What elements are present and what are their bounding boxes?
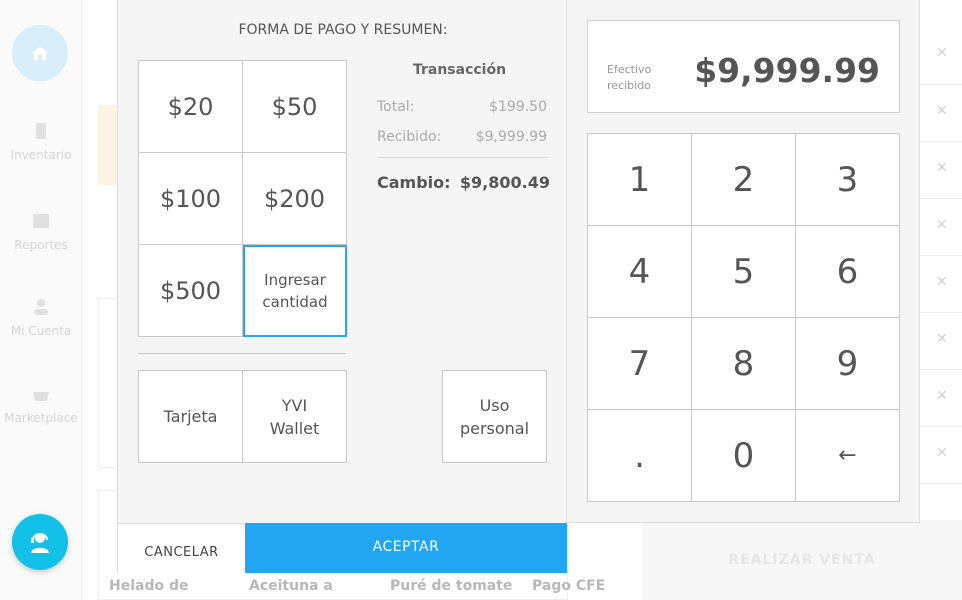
cancel-button[interactable]: CANCELAR xyxy=(117,523,245,573)
product-card xyxy=(98,298,118,468)
total-value: $199.50 xyxy=(489,99,547,115)
bill-100-button[interactable]: $100 xyxy=(139,153,243,245)
realizar-venta-button[interactable]: REALIZAR VENTA xyxy=(642,520,962,600)
sidebar-item-label: Inventario xyxy=(10,148,72,162)
personal-use-button[interactable]: Uso personal xyxy=(442,370,547,463)
remove-item-icon[interactable]: ✕ xyxy=(936,274,948,290)
backspace-icon[interactable]: ← xyxy=(796,410,900,502)
sidebar-item-label: Mi Cuenta xyxy=(10,324,72,338)
sidebar-item-reportes[interactable]: Reportes xyxy=(0,210,82,252)
remove-item-icon[interactable]: ✕ xyxy=(936,445,948,461)
sidebar-item-mi-cuenta[interactable]: Mi Cuenta xyxy=(0,296,82,338)
modal-title: FORMA DE PAGO Y RESUMEN: xyxy=(238,22,448,38)
transaction-title: Transacción xyxy=(412,62,507,78)
remove-item-icon[interactable]: ✕ xyxy=(936,160,948,176)
total-label: Total: xyxy=(377,99,415,115)
key-4[interactable]: 4 xyxy=(588,226,692,318)
divider xyxy=(920,426,962,427)
change-label: Cambio: xyxy=(377,173,451,192)
divider xyxy=(920,255,962,256)
divider xyxy=(920,483,962,484)
sidebar-item-inventario[interactable]: Inventario xyxy=(0,120,82,162)
divider xyxy=(920,198,962,199)
sidebar: Inventario Reportes Mi Cuenta Marketplac… xyxy=(0,0,82,600)
cash-received-value: $9,999.99 xyxy=(694,51,880,90)
reports-icon xyxy=(33,214,49,228)
key-0[interactable]: 0 xyxy=(692,410,796,502)
divider xyxy=(920,312,962,313)
bill-20-button[interactable]: $20 xyxy=(139,61,243,153)
key-3[interactable]: 3 xyxy=(796,134,900,226)
home-button[interactable] xyxy=(12,25,68,81)
change-value: $9,800.49 xyxy=(459,173,550,192)
basket-icon xyxy=(33,392,49,401)
key-2[interactable]: 2 xyxy=(692,134,796,226)
divider xyxy=(377,157,548,158)
support-button[interactable] xyxy=(12,514,68,570)
product-name: Puré de tomate xyxy=(390,578,513,594)
cash-received-label: Efectivo recibido xyxy=(607,63,652,92)
user-icon xyxy=(34,299,48,315)
received-row: Recibido: $9,999.99 xyxy=(377,129,547,145)
wallet-payment-button[interactable]: YVI Wallet xyxy=(242,370,347,463)
support-agent-icon xyxy=(31,533,49,553)
key-7[interactable]: 7 xyxy=(588,318,692,410)
sidebar-item-marketplace[interactable]: Marketplace xyxy=(0,383,82,425)
key-decimal[interactable]: . xyxy=(588,410,692,502)
product-name: Helado de xyxy=(109,578,189,594)
key-8[interactable]: 8 xyxy=(692,318,796,410)
remove-item-icon[interactable]: ✕ xyxy=(936,388,948,404)
divider xyxy=(920,369,962,370)
inventory-icon xyxy=(36,123,46,139)
bill-50-button[interactable]: $50 xyxy=(243,61,347,153)
card-payment-button[interactable]: Tarjeta xyxy=(138,370,243,463)
remove-item-icon[interactable]: ✕ xyxy=(936,45,948,61)
key-5[interactable]: 5 xyxy=(692,226,796,318)
received-value: $9,999.99 xyxy=(475,129,547,145)
total-row: Total: $199.50 xyxy=(377,99,547,115)
bill-500-button[interactable]: $500 xyxy=(139,245,243,337)
payment-panel: FORMA DE PAGO Y RESUMEN: $20 $50 $100 $2… xyxy=(117,0,567,573)
sidebar-item-label: Marketplace xyxy=(4,411,78,425)
received-label: Recibido: xyxy=(377,129,442,145)
change-row: Cambio: $9,800.49 xyxy=(377,173,550,192)
bill-grid: $20 $50 $100 $200 $500 Ingresar cantidad xyxy=(138,60,347,337)
accept-button[interactable]: ACEPTAR xyxy=(245,523,567,573)
key-6[interactable]: 6 xyxy=(796,226,900,318)
home-icon xyxy=(32,46,48,60)
cart-panel xyxy=(920,0,962,600)
product-name: Pago CFE xyxy=(532,578,606,594)
key-9[interactable]: 9 xyxy=(796,318,900,410)
product-name: Aceituna a xyxy=(249,578,333,594)
remove-item-icon[interactable]: ✕ xyxy=(936,217,948,233)
cash-received-display: Efectivo recibido $9,999.99 xyxy=(587,20,900,113)
sidebar-item-label: Reportes xyxy=(14,238,68,252)
divider xyxy=(920,141,962,142)
divider xyxy=(920,84,962,85)
remove-item-icon[interactable]: ✕ xyxy=(936,103,948,119)
remove-item-icon[interactable]: ✕ xyxy=(936,331,948,347)
divider xyxy=(138,353,346,354)
numeric-keypad: 1 2 3 4 5 6 7 8 9 . 0 ← xyxy=(587,133,900,502)
key-1[interactable]: 1 xyxy=(588,134,692,226)
bill-200-button[interactable]: $200 xyxy=(243,153,347,245)
product-card xyxy=(98,105,118,185)
custom-amount-button[interactable]: Ingresar cantidad xyxy=(243,245,347,337)
cash-keypad-panel: Efectivo recibido $9,999.99 1 2 3 4 5 6 … xyxy=(567,0,920,523)
